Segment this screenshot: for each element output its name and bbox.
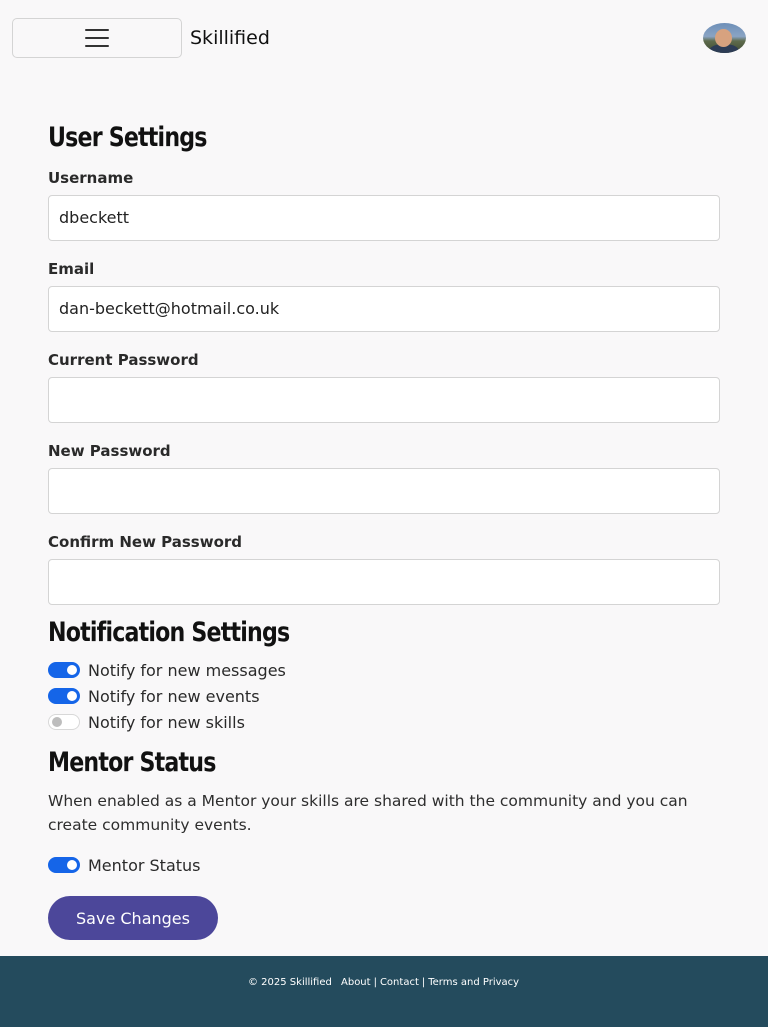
mentor-description: When enabled as a Mentor your skills are… xyxy=(48,792,688,834)
user-avatar[interactable] xyxy=(703,23,746,53)
toggle-switch[interactable] xyxy=(48,714,80,730)
footer-links: About | Contact | Terms and Privacy xyxy=(341,977,519,988)
current-password-input[interactable] xyxy=(48,377,720,423)
separator: | xyxy=(373,977,377,988)
about-link[interactable]: About xyxy=(341,977,371,988)
toggle-label: Notify for new skills xyxy=(88,712,245,732)
save-changes-button[interactable]: Save Changes xyxy=(48,896,218,940)
new-password-label: New Password xyxy=(48,442,171,460)
menu-toggle-button[interactable] xyxy=(12,18,182,58)
hamburger-icon xyxy=(85,29,109,47)
copyright-text: © 2025 Skillified xyxy=(248,977,332,988)
toggle-new-skills[interactable]: Notify for new skills xyxy=(48,712,245,732)
toggle-switch[interactable] xyxy=(48,662,80,678)
contact-link[interactable]: Contact xyxy=(380,977,419,988)
notification-settings-title: Notification Settings xyxy=(48,617,290,648)
separator: | xyxy=(421,977,426,988)
toggle-switch[interactable] xyxy=(48,857,80,873)
new-password-input[interactable] xyxy=(48,468,720,514)
confirm-password-label: Confirm New Password xyxy=(48,533,243,551)
brand-name[interactable]: Skillified xyxy=(190,26,270,50)
confirm-password-input[interactable] xyxy=(48,559,720,605)
footer: © 2025 Skillified About | Contact | Terms an… xyxy=(0,956,768,1027)
toggle-label: Mentor Status xyxy=(88,855,201,875)
terms-privacy-link[interactable]: Terms and Privacy xyxy=(428,977,519,988)
current-password-label: Current Password xyxy=(48,351,199,369)
toggle-new-messages[interactable]: Notify for new messages xyxy=(48,660,286,680)
toggle-mentor-status[interactable]: Mentor Status xyxy=(48,855,201,875)
toggle-new-events[interactable]: Notify for new events xyxy=(48,686,260,706)
toggle-label: Notify for new messages xyxy=(88,660,286,680)
toggle-label: Notify for new events xyxy=(88,686,260,706)
toggle-switch[interactable] xyxy=(48,688,80,704)
username-label: Username xyxy=(48,169,134,187)
email-label: Email xyxy=(48,260,95,278)
user-settings-title: User Settings xyxy=(48,122,207,153)
top-bar: Skillified xyxy=(0,0,768,76)
email-input[interactable]: dan-beckett@hotmail.co.uk xyxy=(48,286,720,332)
username-input[interactable]: dbeckett xyxy=(48,195,720,241)
mentor-status-title: Mentor Status xyxy=(48,747,216,778)
